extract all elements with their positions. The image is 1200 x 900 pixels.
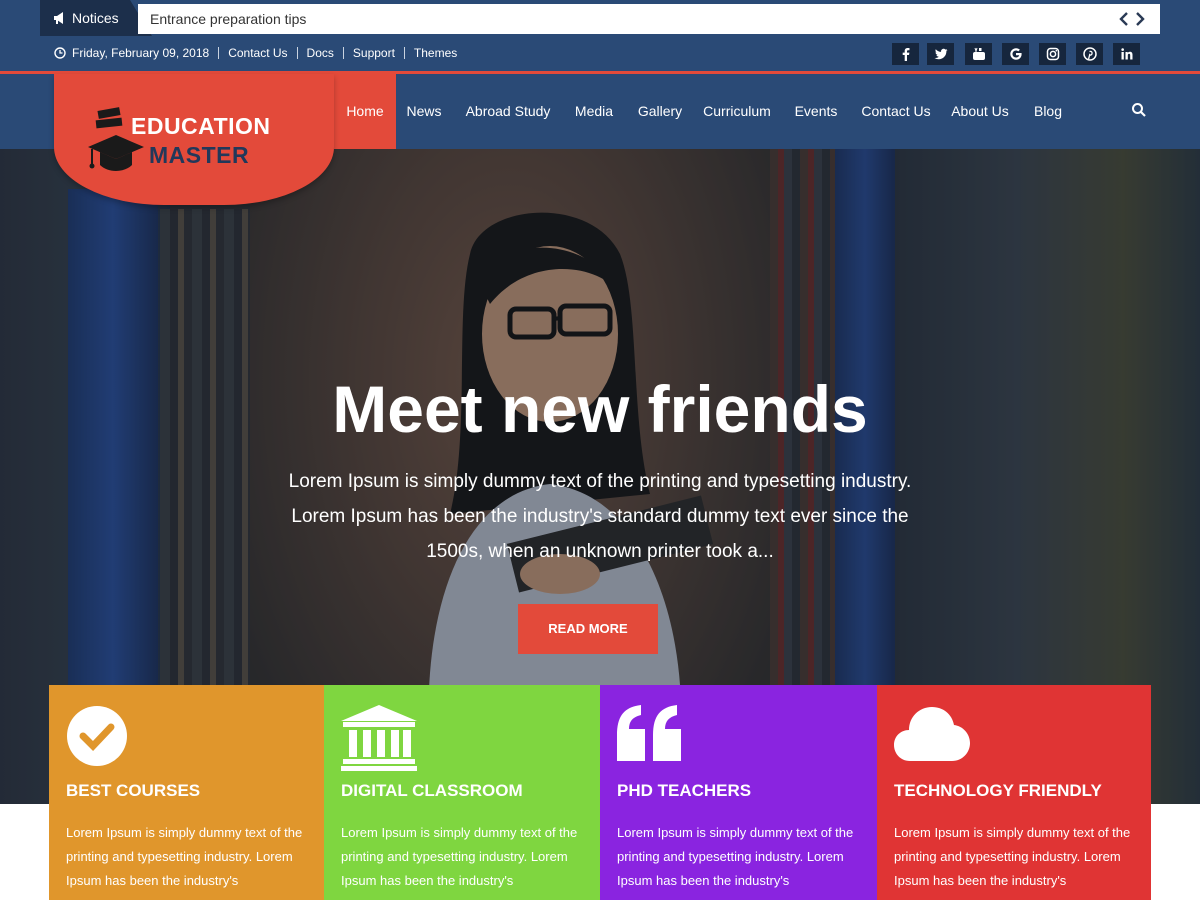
meta-link-docs[interactable]: Docs — [307, 46, 334, 60]
nav-item-blog[interactable]: Blog — [1026, 74, 1070, 149]
hero-subtitle: Lorem Ipsum is simply dummy text of the … — [288, 471, 912, 562]
notice-next-button[interactable] — [1132, 10, 1148, 28]
nav-item-contact-us[interactable]: Contact Us — [856, 74, 936, 149]
nav-item-media[interactable]: Media — [568, 74, 620, 149]
current-date: Friday, February 09, 2018 — [72, 46, 210, 60]
google-icon — [1009, 48, 1022, 60]
notice-bar: Notices Entrance preparation tips — [0, 0, 1200, 36]
cloud-icon — [894, 707, 970, 761]
feature-digital-classroom[interactable]: DIGITAL CLASSROOM Lorem Ipsum is simply … — [324, 685, 600, 900]
meta-link-support[interactable]: Support — [353, 46, 395, 60]
linkedin-icon — [1120, 48, 1132, 60]
youtube-link[interactable] — [965, 43, 992, 65]
feature-title: TECHNOLOGY FRIENDLY — [894, 781, 1102, 800]
nav-item-gallery[interactable]: Gallery — [632, 74, 688, 149]
feature-text: Lorem Ipsum is simply dummy text of the … — [894, 825, 1131, 888]
feature-title: BEST COURSES — [66, 781, 201, 800]
nav-item-home[interactable]: Home — [334, 74, 396, 149]
check-circle-icon — [67, 706, 127, 766]
divider — [403, 47, 405, 59]
nav-item-news[interactable]: News — [398, 74, 450, 149]
search-icon[interactable] — [1131, 102, 1147, 118]
feature-text: Lorem Ipsum is simply dummy text of the … — [617, 825, 854, 888]
logo-line-2: MASTER — [149, 142, 250, 168]
quote-icon — [617, 705, 681, 761]
read-more-button[interactable]: READ MORE — [518, 604, 658, 654]
megaphone-icon — [54, 12, 63, 24]
feature-technology-friendly[interactable]: TECHNOLOGY FRIENDLY Lorem Ipsum is simpl… — [877, 685, 1151, 900]
google-link[interactable] — [1002, 43, 1029, 65]
feature-text: Lorem Ipsum is simply dummy text of the … — [341, 825, 578, 888]
divider — [342, 47, 344, 59]
feature-text: Lorem Ipsum is simply dummy text of the … — [66, 825, 303, 888]
notice-prev-button[interactable] — [1116, 10, 1132, 28]
facebook-link[interactable] — [892, 43, 919, 65]
meta-link-themes[interactable]: Themes — [414, 46, 457, 60]
feature-title: PHD TEACHERS — [617, 781, 752, 800]
notice-ticker: Entrance preparation tips — [138, 4, 1160, 34]
institution-icon — [341, 705, 417, 771]
divider — [296, 47, 298, 59]
twitter-link[interactable] — [927, 43, 954, 65]
notice-text[interactable]: Entrance preparation tips — [150, 11, 306, 27]
nav-item-events[interactable]: Events — [788, 74, 844, 149]
pinterest-icon — [1082, 47, 1097, 61]
site-logo[interactable]: EDUCATION MASTER — [54, 74, 334, 205]
nav-item-curriculum[interactable]: Curriculum — [698, 74, 776, 149]
nav-item-abroad-study[interactable]: Abroad Study — [460, 74, 556, 149]
notice-label-text: Notices — [72, 10, 119, 26]
pinterest-link[interactable] — [1076, 43, 1103, 65]
instagram-icon — [1046, 47, 1059, 61]
top-meta-bar: Friday, February 09, 2018 Contact Us Doc… — [0, 36, 1200, 72]
twitter-icon — [934, 48, 947, 60]
hero-title: Meet new friends — [332, 372, 868, 446]
notice-label: Notices — [40, 0, 152, 36]
clock-icon — [54, 47, 66, 59]
instagram-link[interactable] — [1039, 43, 1066, 65]
chevron-left-icon — [1119, 12, 1128, 26]
divider — [218, 47, 220, 59]
feature-best-courses[interactable]: BEST COURSES Lorem Ipsum is simply dummy… — [49, 685, 324, 900]
linkedin-link[interactable] — [1113, 43, 1140, 65]
youtube-icon — [972, 47, 985, 60]
feature-phd-teachers[interactable]: PHD TEACHERS Lorem Ipsum is simply dummy… — [600, 685, 877, 900]
meta-link-contact[interactable]: Contact Us — [228, 46, 287, 60]
logo-line-1: EDUCATION — [131, 113, 271, 139]
facebook-icon — [902, 48, 909, 61]
feature-title: DIGITAL CLASSROOM — [341, 781, 523, 800]
meta-left: Friday, February 09, 2018 Contact Us Doc… — [54, 46, 457, 60]
nav-item-about-us[interactable]: About Us — [946, 74, 1014, 149]
chevron-right-icon — [1136, 12, 1145, 26]
